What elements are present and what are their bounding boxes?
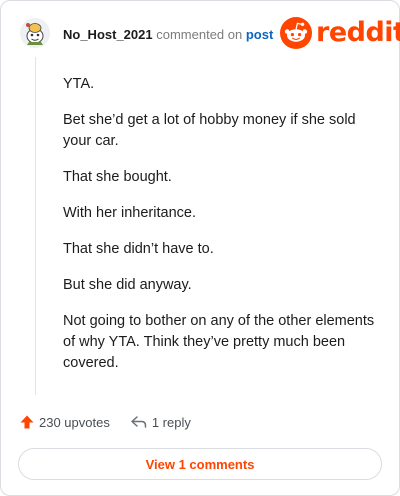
snoo-avatar-icon [20, 18, 50, 48]
comment-paragraph: Not going to bother on any of the other … [63, 313, 375, 371]
comment-meta: No_Host_2021 commented on post [63, 27, 273, 43]
reddit-logo[interactable]: reddit [280, 16, 400, 50]
user-avatar[interactable] [20, 18, 50, 48]
comment-paragraph: Bet she’d get a lot of hobby money if sh… [63, 112, 356, 149]
comment-body: YTA. Bet she’d get a lot of hobby money … [63, 74, 385, 389]
reply-arrow-icon [131, 416, 147, 428]
comment-paragraph: YTA. [63, 76, 95, 92]
reddit-snoo-icon [280, 17, 312, 49]
comment-paragraph: That she didn’t have to. [63, 241, 214, 257]
reply-count: 1 reply [151, 414, 191, 430]
view-comments-button[interactable]: View 1 comments [18, 448, 382, 480]
comment-card: No_Host_2021 commented on post reddit YT… [0, 0, 400, 496]
post-link[interactable]: post [246, 27, 273, 42]
upvote-button[interactable]: 230 upvotes [19, 414, 110, 430]
upvote-arrow-icon [20, 415, 34, 429]
comment-paragraph: That she bought. [63, 169, 172, 185]
commented-on-text: commented on [156, 27, 243, 42]
username[interactable]: No_Host_2021 [63, 27, 153, 42]
reply-button[interactable]: 1 reply [130, 414, 191, 430]
comment-paragraph: With her inheritance. [63, 205, 196, 221]
comment-paragraph: But she did anyway. [63, 277, 192, 293]
upvote-count: 230 upvotes [39, 414, 110, 430]
comment-actions: 230 upvotes 1 reply [19, 414, 191, 430]
comment-header: No_Host_2021 commented on post reddit [1, 1, 400, 65]
thread-line[interactable] [35, 57, 36, 395]
reddit-wordmark: reddit [316, 17, 400, 48]
